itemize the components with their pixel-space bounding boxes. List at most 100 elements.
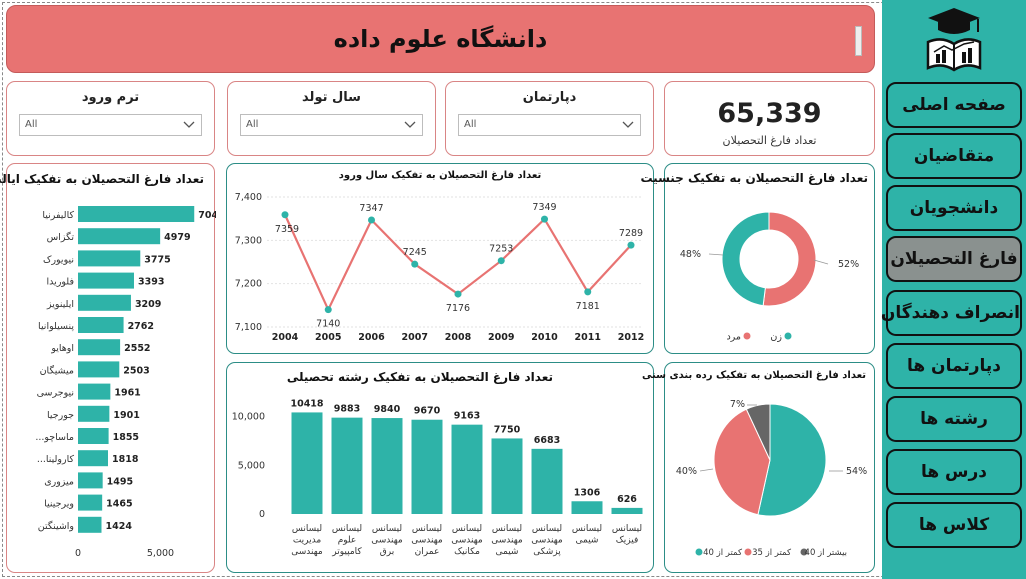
major-category-label: لیسانس bbox=[332, 524, 362, 534]
legend-label: بیشتر از 40 bbox=[805, 548, 847, 558]
slicer-value: All bbox=[25, 119, 38, 130]
major-bar bbox=[331, 417, 363, 514]
gender-donut-chart: 52% 48% زن مرد bbox=[680, 211, 859, 343]
graduation-book-icon bbox=[926, 8, 982, 72]
nav-home[interactable]: صفحه اصلی bbox=[886, 82, 1022, 128]
age-pie-chart: 54% 40% 7% کمتر از 40 کمتر از 35 بیشتر از 40 bbox=[676, 399, 867, 558]
year-data-label: 7176 bbox=[446, 303, 470, 314]
x-tick-label: 2005 bbox=[315, 332, 341, 343]
major-bar-chart: 05,00010,00010418لیسانسمدیریتمهندسی9883ل… bbox=[232, 398, 643, 557]
kpi-value: 65,339 bbox=[717, 98, 822, 129]
x-tick-label: 2007 bbox=[402, 332, 428, 343]
major-category-label: شیمی bbox=[576, 536, 599, 546]
nav-students[interactable]: دانشجویان bbox=[886, 185, 1022, 231]
major-data-label: 626 bbox=[617, 494, 637, 505]
major-category-label: لیسانس bbox=[372, 524, 402, 534]
state-data-label: 1901 bbox=[113, 410, 139, 421]
major-category-label: مهندسی bbox=[411, 536, 443, 546]
state-bar bbox=[78, 494, 103, 511]
legend-swatch bbox=[743, 332, 751, 340]
state-bar bbox=[78, 317, 124, 333]
major-category-label: پزشکی bbox=[533, 547, 561, 557]
nav-dropouts[interactable]: انصراف دهندگان bbox=[881, 290, 1022, 336]
year-data-label: 7359 bbox=[275, 224, 299, 235]
state-bar bbox=[78, 339, 121, 356]
state-category-label: تگزاس bbox=[47, 231, 75, 243]
major-category-label: مکانیک bbox=[454, 547, 480, 557]
legend-label: کمتر از 35 bbox=[752, 548, 792, 558]
age-chart-card: تعداد فارغ التحصیلان به تفکیک رده بندی س… bbox=[642, 362, 875, 573]
year-data-label: 7289 bbox=[619, 228, 643, 239]
legend-swatch bbox=[784, 332, 792, 340]
state-bar-chart: کالیفرنیا 7045 تگزاس 4979 نیویورک 3775 فلوریدا… bbox=[35, 206, 216, 559]
year-data-label: 7253 bbox=[489, 244, 513, 255]
nav-graduates[interactable]: فارغ التحصیلان bbox=[886, 236, 1022, 282]
year-data-label: 7349 bbox=[532, 202, 556, 213]
major-bar bbox=[411, 419, 443, 514]
major-category-label: لیسانس bbox=[532, 524, 562, 534]
age-slice-label: 40% bbox=[676, 466, 697, 477]
major-data-label: 6683 bbox=[534, 435, 560, 446]
x-tick-label: 2012 bbox=[618, 332, 644, 343]
year-data-label: 7181 bbox=[576, 301, 600, 312]
y-tick-label: 7,100 bbox=[235, 322, 262, 333]
chevron-down-icon bbox=[404, 121, 416, 128]
state-data-label: 4979 bbox=[164, 232, 190, 243]
major-category-label: مدیریت bbox=[293, 536, 322, 546]
x-tick-label: 2010 bbox=[531, 332, 558, 343]
major-bar bbox=[531, 448, 563, 514]
slicer-dropdown[interactable]: All bbox=[19, 114, 202, 136]
nav-departments[interactable]: دپارتمان ها bbox=[886, 343, 1022, 389]
major-category-label: لیسانس bbox=[572, 524, 602, 534]
state-bar bbox=[78, 361, 120, 378]
slicer-birth-year: سال تولد All bbox=[227, 81, 436, 156]
kpi-label: تعداد فارغ التحصیلان bbox=[722, 134, 817, 147]
year-point bbox=[584, 288, 592, 296]
year-chart-card: تعداد فارغ التحصیلان به تفکیک سال ورود 7… bbox=[226, 163, 654, 354]
state-bar bbox=[78, 228, 161, 245]
state-data-label: 3393 bbox=[138, 277, 164, 288]
slicer-label: سال تولد bbox=[302, 90, 361, 105]
nav-majors[interactable]: رشته ها bbox=[886, 396, 1022, 442]
x-tick-label: 2011 bbox=[575, 332, 601, 343]
major-bar bbox=[291, 412, 323, 514]
major-data-label: 9163 bbox=[454, 411, 480, 422]
state-category-label: فلوریدا bbox=[47, 277, 74, 288]
state-bar bbox=[78, 428, 109, 444]
major-category-label: لیسانس bbox=[292, 524, 322, 534]
year-data-label: 7140 bbox=[316, 319, 340, 330]
major-category-label: لیسانس bbox=[452, 524, 482, 534]
state-bar bbox=[78, 294, 131, 311]
state-bar bbox=[78, 450, 108, 467]
slicer-label: ترم ورود bbox=[81, 90, 140, 105]
major-category-label: کامپیوتر bbox=[331, 547, 362, 557]
chevron-down-icon bbox=[183, 121, 195, 128]
major-bar bbox=[611, 507, 643, 514]
state-bar bbox=[78, 383, 111, 400]
nav-courses[interactable]: درس ها bbox=[886, 449, 1022, 495]
slicer-dropdown[interactable]: All bbox=[458, 114, 641, 136]
nav-applicants[interactable]: متقاضیان bbox=[886, 133, 1022, 179]
state-bar bbox=[78, 405, 110, 422]
header-handle bbox=[855, 26, 862, 56]
slice-leader-line bbox=[708, 253, 724, 256]
gender-slice bbox=[762, 211, 817, 307]
legend-label: مرد bbox=[726, 332, 741, 343]
kpi-card: 65,339 تعداد فارغ التحصیلان bbox=[664, 81, 875, 156]
state-category-label: جورجیا bbox=[47, 410, 74, 421]
slicer-dropdown[interactable]: All bbox=[240, 114, 423, 136]
year-point bbox=[368, 216, 375, 224]
year-point bbox=[411, 260, 419, 268]
state-data-label: 1818 bbox=[112, 454, 139, 465]
x-tick-label: 0 bbox=[75, 548, 81, 559]
state-bar bbox=[78, 516, 102, 533]
state-data-label: 3209 bbox=[135, 299, 161, 310]
age-slice-label: 7% bbox=[730, 399, 745, 410]
legend-swatch bbox=[695, 548, 703, 556]
slice-leader-line bbox=[699, 468, 714, 472]
state-category-label: ایلینویز bbox=[46, 299, 74, 310]
nav-classes[interactable]: کلاس ها bbox=[886, 502, 1022, 548]
year-point bbox=[541, 215, 548, 223]
state-data-label: 2503 bbox=[123, 365, 149, 376]
state-chart-card: تعداد فارغ التحصیلان به تفکیک ایالت کالی… bbox=[0, 163, 216, 573]
